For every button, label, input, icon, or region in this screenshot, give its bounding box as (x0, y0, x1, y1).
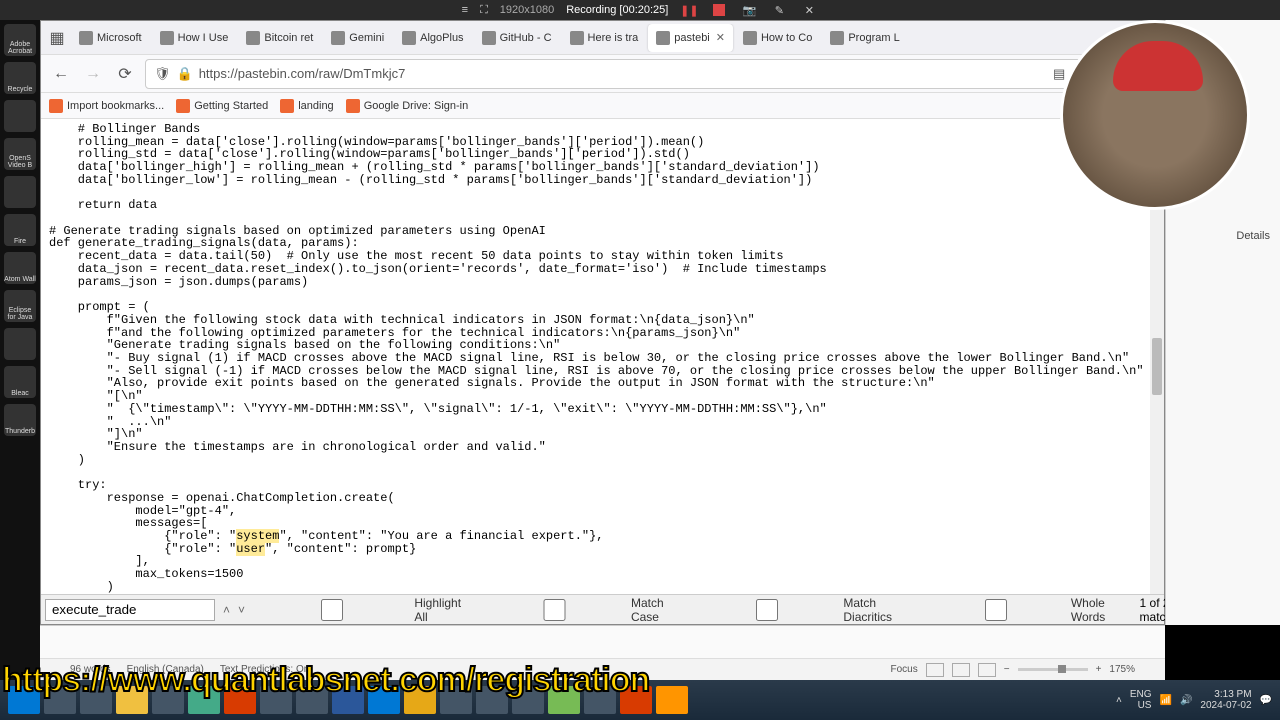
zoom-slider[interactable] (1018, 668, 1088, 671)
favicon (482, 31, 496, 45)
favicon (331, 31, 345, 45)
page-content: # Bollinger Bands rolling_mean = data['c… (41, 119, 1164, 594)
browser-tab[interactable]: Bitcoin ret (238, 24, 321, 52)
bookmarks-bar: Import bookmarks... Getting Started landin… (41, 93, 1164, 119)
bookmark-icon (176, 99, 190, 113)
favicon (79, 31, 93, 45)
stop-icon[interactable] (710, 1, 728, 19)
favicon (160, 31, 174, 45)
browser-tab[interactable]: How to Co (735, 24, 820, 52)
dock-app-icon[interactable]: Thunderb (4, 404, 36, 436)
sidebar-icon[interactable]: ▦ (45, 26, 69, 50)
wifi-icon[interactable]: 📶 (1159, 695, 1171, 706)
firefox-icon[interactable] (656, 686, 688, 714)
favicon (656, 31, 670, 45)
dock-app-icon[interactable]: Adobe Acrobat (4, 24, 36, 56)
resolution-label: 1920x1080 (500, 4, 554, 16)
url-text: https://pastebin.com/raw/DmTmkjc7 (199, 66, 1047, 81)
favicon (570, 31, 584, 45)
obs-top-controls: ≡ ⛶ 1920x1080 Recording [00:20:25] ❚❚ 📷 … (0, 0, 1280, 20)
diacritics-checkbox[interactable]: Match Diacritics (694, 596, 916, 624)
browser-tab[interactable]: AlgoPlus (394, 24, 471, 52)
dock-app-icon[interactable]: Atom Wall (4, 252, 36, 284)
close-icon[interactable]: ✕ (716, 31, 725, 44)
nav-bar: ← → ⟳ 🛡 🔒 https://pastebin.com/raw/DmTmk… (41, 55, 1164, 93)
browser-tab[interactable]: Here is tra (562, 24, 647, 52)
dock-app-icon[interactable] (4, 100, 36, 132)
find-bar: ˄ ˅ Highlight All Match Case Match Diacr… (41, 594, 1164, 624)
fullscreen-icon[interactable]: ⛶ (480, 4, 488, 17)
desktop-dock: Adobe Acrobat Recycle OpenS Video B Fire Ato… (0, 20, 40, 680)
browser-tab[interactable]: Program L (822, 24, 907, 52)
dock-app-icon[interactable] (4, 176, 36, 208)
pause-icon[interactable]: ❚❚ (680, 1, 698, 19)
tab-bar: ▦ MicrosoftHow I UseBitcoin retGeminiAlg… (41, 21, 1164, 55)
hamburger-icon[interactable]: ≡ (462, 4, 468, 16)
dock-app-icon[interactable]: OpenS Video B (4, 138, 36, 170)
pencil-icon[interactable]: ✎ (770, 1, 788, 19)
back-button[interactable]: ← (49, 62, 73, 86)
volume-icon[interactable]: 🔊 (1180, 695, 1192, 706)
reload-button[interactable]: ⟳ (113, 62, 137, 86)
bookmark-icon (280, 99, 294, 113)
forward-button[interactable]: → (81, 62, 105, 86)
close-icon[interactable]: ✕ (800, 1, 818, 19)
shield-icon[interactable]: 🛡 (154, 66, 171, 82)
favicon (830, 31, 844, 45)
lang-indicator[interactable]: ENG (1130, 689, 1152, 700)
promo-banner: https://www.quantlabsnet.com/registratio… (2, 661, 649, 700)
favicon (743, 31, 757, 45)
dock-app-icon[interactable]: Eclipse for Java (4, 290, 36, 322)
view-button[interactable] (978, 663, 996, 677)
details-label[interactable]: Details (1236, 230, 1270, 242)
find-prev-button[interactable]: ˄ (223, 600, 230, 620)
find-input[interactable] (45, 599, 215, 621)
whole-words-checkbox[interactable]: Whole Words (924, 596, 1131, 624)
favicon (246, 31, 260, 45)
browser-tab[interactable]: pastebi✕ (648, 24, 733, 52)
match-case-checkbox[interactable]: Match Case (481, 596, 687, 624)
reader-icon[interactable]: ▤ (1053, 66, 1065, 82)
notification-icon[interactable]: 💬 (1260, 695, 1272, 706)
zoom-label[interactable]: 175% (1109, 664, 1135, 675)
bookmark-item[interactable]: Import bookmarks... (49, 99, 164, 113)
recording-label: Recording [00:20:25] (566, 4, 668, 16)
browser-tab[interactable]: Gemini (323, 24, 392, 52)
browser-tab[interactable]: How I Use (152, 24, 237, 52)
url-bar[interactable]: 🛡 🔒 https://pastebin.com/raw/DmTmkjc7 ▤ … (145, 59, 1092, 89)
dock-app-icon[interactable] (4, 328, 36, 360)
tray-chevron-icon[interactable]: ˄ (1116, 695, 1122, 706)
bookmark-icon (346, 99, 360, 113)
webcam-overlay (1060, 20, 1250, 210)
dock-app-icon[interactable]: Recycle (4, 62, 36, 94)
bookmark-item[interactable]: landing (280, 99, 333, 113)
highlight: user (236, 542, 265, 556)
camera-icon[interactable]: 📷 (740, 1, 758, 19)
favicon (402, 31, 416, 45)
focus-button[interactable]: Focus (891, 664, 918, 675)
dock-app-icon[interactable]: Bleac (4, 366, 36, 398)
bookmark-item[interactable]: Google Drive: Sign-in (346, 99, 469, 113)
find-next-button[interactable]: ˅ (238, 600, 245, 620)
browser-tab[interactable]: Microsoft (71, 24, 150, 52)
lock-icon: 🔒 (177, 66, 193, 82)
browser-tab[interactable]: GitHub - C (474, 24, 560, 52)
bookmark-icon (49, 99, 63, 113)
bookmark-item[interactable]: Getting Started (176, 99, 268, 113)
highlight-all-checkbox[interactable]: Highlight All (253, 596, 473, 624)
clock-time[interactable]: 3:13 PM (1214, 689, 1251, 700)
view-button[interactable] (952, 663, 970, 677)
browser-window: ▦ MicrosoftHow I UseBitcoin retGeminiAlg… (40, 20, 1165, 625)
dock-app-icon[interactable]: Fire (4, 214, 36, 246)
clock-date: 2024-07-02 (1200, 700, 1251, 711)
view-button[interactable] (926, 663, 944, 677)
